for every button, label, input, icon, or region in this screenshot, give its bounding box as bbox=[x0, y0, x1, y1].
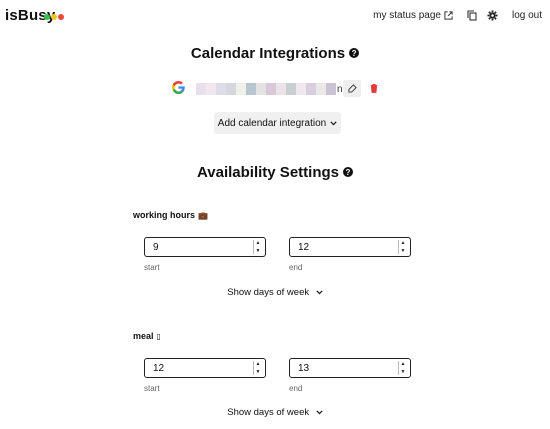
stepper-down-icon[interactable]: ▼ bbox=[401, 248, 406, 254]
add-calendar-integration-button[interactable]: Add calendar integration bbox=[214, 112, 341, 134]
show-days-of-week-label: Show days of week bbox=[227, 287, 310, 298]
stepper-up-icon[interactable]: ▲ bbox=[256, 361, 261, 367]
status-dot-green bbox=[44, 14, 50, 20]
stepper-down-icon[interactable]: ▼ bbox=[256, 248, 261, 254]
chevron-down-icon bbox=[316, 407, 323, 418]
calendar-integrations-heading: Calendar Integrations? bbox=[0, 45, 550, 62]
my-status-page-link[interactable]: my status page bbox=[373, 10, 453, 21]
google-icon bbox=[172, 81, 185, 97]
working-hours-start-input[interactable]: 9 ▲ ▼ bbox=[144, 237, 266, 257]
number-stepper[interactable]: ▲ ▼ bbox=[398, 361, 407, 375]
meal-title: meal bbox=[133, 331, 154, 341]
working-hours-label: working hours 💼 bbox=[133, 210, 208, 220]
availability-settings-heading: Availability Settings? bbox=[0, 164, 550, 181]
briefcase-icon: 💼 bbox=[198, 210, 208, 220]
add-calendar-integration-label: Add calendar integration bbox=[217, 117, 327, 129]
end-label: end bbox=[289, 263, 303, 272]
number-stepper[interactable]: ▲ ▼ bbox=[398, 240, 407, 254]
stepper-up-icon[interactable]: ▲ bbox=[401, 361, 406, 367]
availability-settings-title: Availability Settings bbox=[197, 164, 339, 181]
top-bar: isBusy my status page log out bbox=[0, 0, 550, 34]
start-label: start bbox=[144, 384, 160, 393]
logout-link[interactable]: log out bbox=[512, 10, 542, 21]
calendar-account-row: n bbox=[172, 80, 343, 98]
working-hours-title: working hours bbox=[133, 210, 196, 220]
working-hours-end-value: 12 bbox=[298, 242, 310, 253]
account-email-tail: n bbox=[337, 83, 343, 95]
show-days-of-week-toggle[interactable]: Show days of week bbox=[0, 287, 550, 298]
status-dot-yellow bbox=[51, 14, 57, 20]
copy-icon[interactable] bbox=[467, 10, 477, 21]
status-dot-red bbox=[58, 14, 64, 20]
trash-icon bbox=[370, 80, 378, 98]
top-nav: my status page log out bbox=[373, 10, 542, 21]
number-stepper[interactable]: ▲ ▼ bbox=[253, 240, 262, 254]
meal-start-value: 12 bbox=[153, 363, 165, 374]
stepper-down-icon[interactable]: ▼ bbox=[256, 369, 261, 375]
stepper-down-icon[interactable]: ▼ bbox=[401, 369, 406, 375]
help-icon[interactable]: ? bbox=[349, 48, 360, 59]
meal-label: meal ▯ bbox=[133, 331, 161, 341]
meal-end-input[interactable]: 13 ▲ ▼ bbox=[289, 358, 411, 378]
stepper-up-icon[interactable]: ▲ bbox=[256, 240, 261, 246]
status-dots bbox=[44, 14, 64, 20]
meal-end-value: 13 bbox=[298, 363, 310, 374]
stepper-up-icon[interactable]: ▲ bbox=[401, 240, 406, 246]
gear-icon[interactable] bbox=[487, 10, 498, 21]
edit-icon bbox=[347, 80, 357, 98]
meal-icon: ▯ bbox=[156, 331, 161, 341]
delete-integration-button[interactable] bbox=[366, 80, 382, 97]
redacted-account-email bbox=[196, 83, 336, 95]
chevron-down-icon bbox=[316, 287, 323, 298]
working-hours-start-value: 9 bbox=[153, 242, 159, 253]
external-link-icon bbox=[444, 11, 453, 20]
my-status-page-label: my status page bbox=[373, 10, 441, 21]
meal-start-input[interactable]: 12 ▲ ▼ bbox=[144, 358, 266, 378]
calendar-integrations-title: Calendar Integrations bbox=[190, 45, 346, 62]
start-label: start bbox=[144, 263, 160, 272]
edit-integration-button[interactable] bbox=[343, 80, 361, 97]
show-days-of-week-label: Show days of week bbox=[227, 407, 310, 418]
number-stepper[interactable]: ▲ ▼ bbox=[253, 361, 262, 375]
working-hours-end-input[interactable]: 12 ▲ ▼ bbox=[289, 237, 411, 257]
end-label: end bbox=[289, 384, 303, 393]
chevron-down-icon bbox=[330, 118, 337, 129]
help-icon[interactable]: ? bbox=[342, 167, 353, 178]
show-days-of-week-toggle[interactable]: Show days of week bbox=[0, 407, 550, 418]
